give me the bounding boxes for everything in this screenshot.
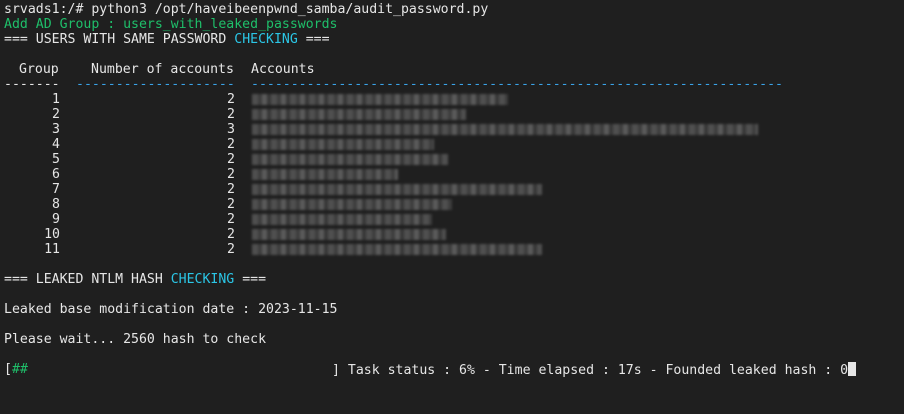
table-row: 5 2 [0, 152, 904, 167]
account-count: 2 [227, 92, 235, 107]
section-header-ntlm: === LEAKED NTLM HASH CHECKING === [4, 272, 266, 287]
progress-close-bracket: ] [332, 363, 340, 378]
redacted-accounts [252, 229, 446, 240]
section-suffix: === [297, 32, 330, 47]
progress-status: ] Task status : 6% - Time elapsed : 17s … [332, 362, 857, 378]
account-count: 2 [227, 182, 235, 197]
table-row: 10 2 [0, 227, 904, 242]
redacted-accounts [252, 244, 542, 255]
wait-line: Please wait... 2560 hash to check [4, 332, 267, 347]
redacted-accounts [252, 169, 398, 180]
table-row: 4 2 [0, 137, 904, 152]
add-group-line: Add AD Group : users_with_leaked_passwor… [4, 17, 338, 32]
progress-open-bracket: [ [4, 362, 12, 377]
table-row: 9 2 [0, 212, 904, 227]
table-row: 11 2 [0, 242, 904, 257]
progress-bar-fill: ## [12, 362, 28, 377]
header-group: Group [19, 62, 59, 77]
redacted-accounts [252, 184, 542, 195]
account-count: 2 [227, 167, 235, 182]
section-keyword: CHECKING [170, 272, 235, 287]
command-line: srvads1:/# python3 /opt/haveibeenpwnd_sa… [4, 2, 489, 17]
table-row: 1 2 [0, 92, 904, 107]
redacted-accounts [252, 154, 448, 165]
account-count: 2 [227, 152, 235, 167]
separator-group: ------- [4, 77, 60, 92]
section-prefix: === USERS WITH SAME PASSWORD [4, 32, 235, 47]
redacted-accounts [252, 139, 434, 150]
task-status-text: Task status : 6% - Time elapsed : 17s - … [339, 363, 849, 378]
section-header-users: === USERS WITH SAME PASSWORD CHECKING ==… [4, 32, 330, 47]
header-count: Number of accounts [91, 62, 234, 77]
separator-accounts: ----------------------------------------… [251, 77, 783, 92]
separator-count: -------------------- [76, 77, 235, 92]
table-row: 6 2 [0, 167, 904, 182]
section-suffix: === [234, 272, 267, 287]
table-row: 8 2 [0, 197, 904, 212]
cursor-block [848, 362, 857, 376]
modification-date-line: Leaked base modification date : 2023-11-… [4, 302, 338, 317]
redacted-accounts [252, 94, 508, 105]
account-count: 3 [227, 122, 235, 137]
table-row: 2 2 [0, 107, 904, 122]
section-prefix: === LEAKED NTLM HASH [4, 272, 171, 287]
header-accounts: Accounts [251, 62, 315, 77]
redacted-accounts [252, 124, 758, 135]
account-count: 2 [227, 242, 235, 257]
account-count: 2 [227, 197, 235, 212]
section-keyword: CHECKING [234, 32, 298, 47]
account-count: 2 [227, 227, 235, 242]
terminal-window[interactable]: srvads1:/# python3 /opt/haveibeenpwnd_sa… [0, 0, 904, 414]
redacted-accounts [252, 109, 466, 120]
account-count: 2 [227, 107, 235, 122]
account-count: 2 [227, 137, 235, 152]
redacted-accounts [252, 199, 452, 210]
account-count: 2 [227, 212, 235, 227]
table-row: 3 3 [0, 122, 904, 137]
table-row: 7 2 [0, 182, 904, 197]
redacted-accounts [252, 214, 432, 225]
